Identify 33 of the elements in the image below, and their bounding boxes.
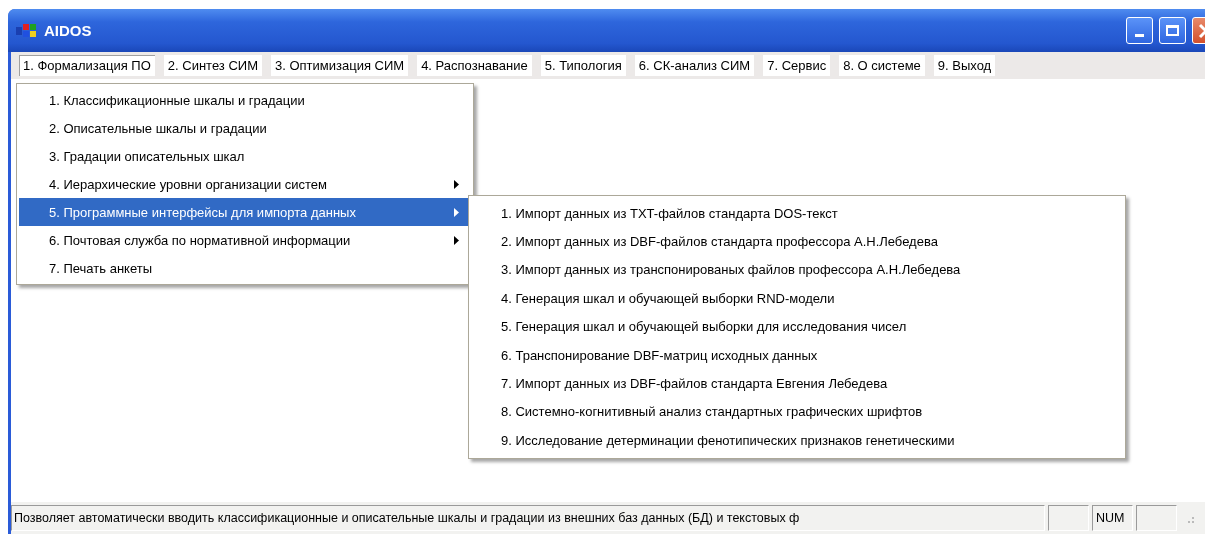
menu-item[interactable]: 9. Исследование детерминации фенотипических признаков генетическими — [471, 426, 1123, 455]
menu-item[interactable]: 2. Описательные шкалы и градации — [19, 114, 471, 142]
menu-item[interactable]: 7. Импорт данных из DBF-файлов стандарта Евгения Лебедева — [471, 369, 1123, 398]
menu-item[interactable]: 5. Типология — [540, 55, 626, 76]
menu-item[interactable]: 5. Генерация шкал и обучающей выборки для исследования чисел — [471, 312, 1123, 341]
menu-item[interactable]: 6. Почтовая служба по нормативной информации — [19, 226, 471, 254]
window-title: AIDOS — [44, 22, 92, 39]
status-panel: NUM — [1092, 505, 1133, 531]
maximize-button[interactable] — [1159, 17, 1186, 44]
menu-item[interactable]: 8. Системно-когнитивный анализ стандартных графических шрифтов — [471, 397, 1123, 427]
menu-item[interactable]: 3. Градации описательных шкал — [19, 142, 471, 170]
menu-item[interactable]: 2. Синтез СИМ — [163, 55, 262, 76]
status-panel — [1048, 505, 1089, 531]
menu-item[interactable]: 4. Иерархические уровни организации систем — [19, 170, 471, 198]
menu-item[interactable]: 4. Распознавание — [417, 55, 532, 76]
menu-item[interactable]: 1. Классификационные шкалы и градации — [19, 86, 471, 114]
menu-item[interactable]: 7. Печать анкеты — [19, 254, 471, 282]
menu-item[interactable]: 3. Импорт данных из транспонированых файлов профессора А.Н.Лебедева — [471, 255, 1123, 285]
status-panel — [1136, 505, 1177, 531]
menu-item[interactable]: 5. Программные интерфейсы для импорта данных — [19, 198, 471, 226]
menu-item[interactable]: 2. Импорт данных из DBF-файлов стандарта профессора А.Н.Лебедева — [471, 227, 1123, 256]
menu-item[interactable]: 7. Сервис — [763, 55, 831, 76]
menu-item[interactable]: 3. Оптимизация СИМ — [271, 55, 409, 76]
menu-item[interactable]: 6. Транспонирование DBF-матриц исходных данных — [471, 340, 1123, 370]
menu-item[interactable]: 8. О системе — [839, 55, 925, 76]
minimize-button[interactable] — [1126, 17, 1153, 44]
menu-item[interactable]: 6. СК-анализ СИМ — [634, 55, 755, 76]
menu-item[interactable]: 1. Формализация ПО — [19, 55, 155, 76]
menu-item[interactable]: 9. Выход — [933, 55, 996, 76]
menu-item[interactable]: 4. Генерация шкал и обучающей выборки RND-модели — [471, 284, 1123, 313]
menu-item[interactable]: 1. Импорт данных из TXT-файлов стандарта DOS-текст — [471, 199, 1123, 228]
app-icon — [16, 22, 38, 39]
status-message: Позволяет автоматически вводить классификационные и описательные шкалы и градации из внешних баз данных (БД) и текстовых ф — [11, 505, 1045, 531]
